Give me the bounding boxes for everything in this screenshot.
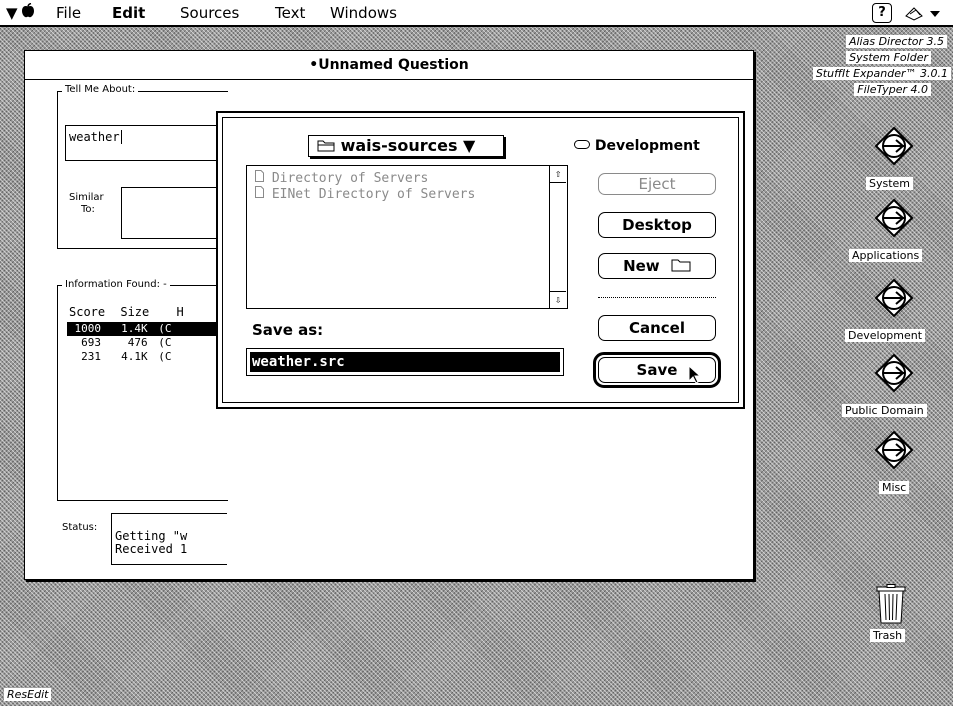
file-name: Directory of Servers	[271, 171, 429, 186]
desktop-icon-label-misc[interactable]: Misc	[879, 481, 910, 494]
desktop-item-stuffit-expander[interactable]: StuffIt Expander™ 3.0.1	[812, 67, 951, 80]
information-found-label: Information Found: -	[62, 279, 170, 290]
save-button-label: Save	[636, 361, 678, 379]
save-as-input[interactable]: weather.src	[246, 348, 564, 376]
desktop-item-filetyper[interactable]: FileTyper 4.0	[854, 83, 931, 96]
volume-header: Development	[574, 138, 700, 154]
apple-icon[interactable]	[21, 2, 35, 23]
menu-text[interactable]: Text	[275, 4, 305, 22]
desktop-icon-label-applications[interactable]: Applications	[849, 249, 923, 262]
scroll-down-icon[interactable]: ⇩	[550, 291, 566, 308]
query-value: weather	[69, 130, 120, 144]
save-as-label: Save as:	[252, 321, 324, 339]
file-list[interactable]: Directory of Servers EINet Directory of …	[246, 165, 568, 309]
row-score: 1000	[74, 322, 102, 335]
cursor-icon	[688, 365, 702, 384]
folder-icon	[671, 259, 691, 272]
desktop-icon-label-development[interactable]: Development	[845, 329, 926, 342]
results-header: Score Size H	[69, 305, 184, 319]
row-score: 693	[81, 336, 101, 349]
trash-label[interactable]: Trash	[870, 629, 906, 642]
list-item[interactable]: EINet Directory of Servers	[255, 186, 475, 202]
row-headline: (C	[158, 322, 172, 335]
table-row[interactable]: 693 476 (C	[67, 336, 227, 350]
help-icon[interactable]: ?	[872, 3, 892, 23]
folder-icon	[317, 140, 335, 152]
menu-windows[interactable]: Windows	[330, 4, 397, 22]
file-list-scrollbar[interactable]: ⇧ ⇩	[549, 166, 567, 308]
row-size: 4.1K	[121, 350, 148, 363]
desktop-icon-label-system[interactable]: System	[866, 177, 914, 190]
tell-me-about-label: Tell Me About:	[62, 84, 139, 95]
row-headline: (C	[158, 350, 172, 363]
menu-sources[interactable]: Sources	[180, 4, 239, 22]
row-size: 476	[127, 336, 148, 349]
menu-edit[interactable]: Edit	[112, 4, 145, 22]
row-score: 231	[81, 350, 101, 363]
trash-icon[interactable]	[876, 584, 906, 624]
scroll-up-icon[interactable]: ⇧	[550, 166, 566, 183]
folder-popup[interactable]: wais-sources ▼	[308, 135, 504, 157]
status-box: Getting "w Received 1	[111, 513, 227, 565]
volume-icon[interactable]	[874, 198, 914, 238]
volume-icon[interactable]	[874, 430, 914, 470]
document-icon	[255, 186, 264, 198]
desktop-item-system-folder[interactable]: System Folder	[846, 51, 931, 64]
volume-icon[interactable]	[874, 126, 914, 166]
status-line: Received 1	[115, 542, 188, 556]
volume-name: Development	[594, 138, 700, 154]
file-name: EINet Directory of Servers	[271, 187, 476, 202]
disk-icon	[574, 140, 590, 149]
column-size[interactable]: Size	[120, 305, 149, 319]
menu-bar: ▼ File Edit Sources Text Windows ?	[0, 0, 953, 27]
chevron-down-icon[interactable]: ▼	[6, 4, 18, 22]
query-input[interactable]: weather	[65, 125, 227, 161]
eject-button[interactable]: Eject	[598, 173, 716, 195]
similar-to-box[interactable]	[121, 187, 228, 239]
column-headline[interactable]: H	[177, 305, 184, 319]
divider	[598, 297, 716, 298]
status-label: Status:	[62, 522, 98, 533]
cancel-button[interactable]: Cancel	[598, 315, 716, 341]
volume-icon[interactable]	[874, 278, 914, 318]
app-switch-icon[interactable]	[902, 4, 942, 26]
chevron-down-icon: ▼	[463, 136, 476, 155]
table-row[interactable]: 231 4.1K (C	[67, 350, 227, 364]
list-item[interactable]: Directory of Servers	[255, 170, 428, 186]
row-headline: (C	[158, 336, 172, 349]
table-row[interactable]: 1000 1.4K (C	[67, 322, 227, 336]
desktop-button[interactable]: Desktop	[598, 212, 716, 238]
similar-label-to: To:	[81, 204, 95, 215]
similar-label: Similar	[69, 192, 104, 203]
save-as-value: weather.src	[250, 352, 560, 372]
volume-icon[interactable]	[874, 353, 914, 393]
desktop-item-alias-director[interactable]: Alias Director 3.5	[845, 35, 947, 48]
desktop-icon-label-public-domain[interactable]: Public Domain	[842, 404, 927, 417]
new-folder-label: New	[623, 257, 660, 275]
resedit-label[interactable]: ResEdit	[4, 688, 52, 701]
menu-file[interactable]: File	[56, 4, 81, 22]
folder-popup-label: wais-sources	[340, 136, 458, 155]
column-score[interactable]: Score	[69, 305, 105, 319]
new-folder-button[interactable]: New	[598, 253, 716, 279]
window-title[interactable]: •Unnamed Question	[25, 51, 753, 80]
document-icon	[255, 170, 264, 182]
row-size: 1.4K	[121, 322, 148, 335]
save-dialog: wais-sources ▼ Development Directory of …	[216, 111, 745, 409]
